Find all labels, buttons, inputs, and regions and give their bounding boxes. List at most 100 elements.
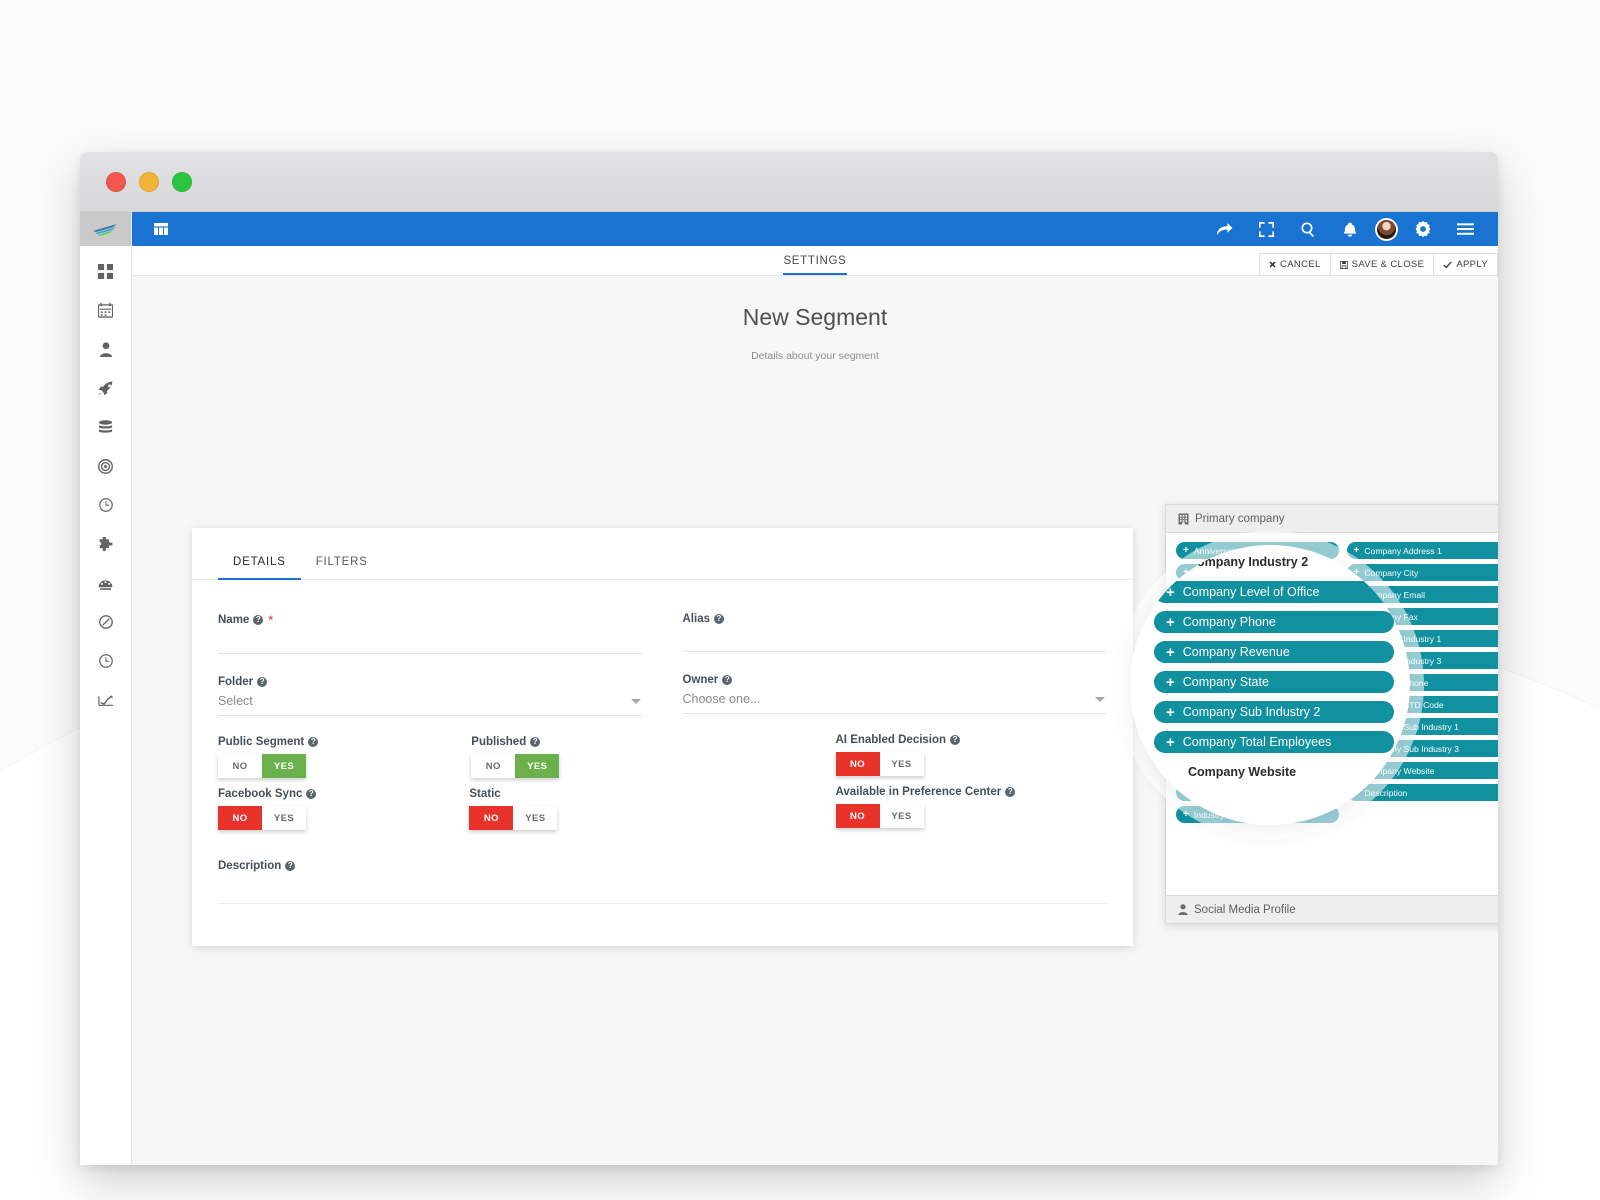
sidebar-item-reports[interactable] [93,689,119,711]
help-icon[interactable]: ? [722,675,733,685]
user-avatar[interactable] [1377,219,1396,239]
chevron-down-icon [1095,697,1105,702]
alias-label-text: Alias [682,613,711,625]
brand-logo[interactable] [80,212,131,246]
magnified-chip[interactable]: + Company Level of Office [1154,581,1394,603]
cancel-button[interactable]: CANCEL [1259,253,1330,276]
settings-button[interactable] [1408,214,1438,244]
apply-button[interactable]: APPLY [1433,253,1498,276]
page-header: New Segment Details about your segment [132,276,1498,362]
help-icon[interactable]: ? [257,677,268,687]
static-no[interactable]: NO [469,806,514,830]
sidebar-item-blocked[interactable] [93,611,119,633]
save-and-close-button[interactable]: SAVE & CLOSE [1329,253,1434,276]
sidebar-item-dashboard[interactable] [93,260,119,282]
share-icon [1216,222,1232,235]
tab-filters[interactable]: FILTERS [301,556,383,580]
window-minimize-button[interactable] [139,171,159,192]
help-icon[interactable]: ? [285,861,296,871]
sidebar-item-segments[interactable] [93,455,119,477]
magnified-chip[interactable]: + Company Sub Industry 2 [1154,701,1394,723]
folder-selected-value: Select [218,694,253,708]
grid-toggle-icon [154,223,168,235]
sidebar-item-history[interactable] [93,494,119,516]
published-no[interactable]: NO [471,754,516,778]
name-input[interactable] [218,627,643,654]
help-icon[interactable]: ? [530,737,541,747]
public-segment-yes[interactable]: YES [262,754,306,778]
share-button[interactable] [1209,214,1239,244]
public-segment-no[interactable]: NO [218,754,262,778]
public-segment-group: Public Segment ? NO YES [218,736,319,778]
sidebar-item-contacts[interactable] [93,338,119,360]
ai-decision-no[interactable]: NO [835,752,880,776]
preference-center-toggle[interactable]: NO YES [835,804,924,828]
magnified-chip[interactable]: + Company State [1154,671,1394,693]
plus-icon: + [1166,583,1175,601]
notifications-button[interactable] [1335,214,1365,244]
published-group: Published ? NO YES [318,736,560,778]
facebook-sync-toggle[interactable]: NO YES [218,806,306,830]
preference-center-no[interactable]: NO [835,804,880,828]
form-column-right: Alias ? Owner ? Choose one... AI Enabled… [682,613,1108,830]
help-icon[interactable]: ? [253,615,264,625]
magnified-chip[interactable]: + Company Phone [1154,611,1394,633]
magnified-chip[interactable]: Company Industry 2 [1154,551,1394,573]
help-icon[interactable]: ? [308,737,319,747]
sidebar-item-data-stack[interactable] [93,416,119,438]
palette-footer[interactable]: Social Media Profile [1166,895,1498,923]
gear-icon [1415,221,1431,237]
alias-input[interactable] [682,625,1107,652]
folder-select[interactable]: Select [218,688,643,716]
public-segment-toggle[interactable]: NO YES [218,754,306,778]
help-icon[interactable]: ? [950,735,961,745]
published-toggle[interactable]: NO YES [471,754,560,778]
sidebar-item-scheduling[interactable] [93,650,119,672]
main-menu-button[interactable] [1450,214,1480,244]
sidebar-item-plugins[interactable] [93,533,119,555]
static-toggle[interactable]: NO YES [469,806,558,830]
ai-decision-yes[interactable]: YES [879,752,924,776]
folder-label-text: Folder [218,676,254,688]
required-marker: * [268,613,273,627]
sidebar-item-performance[interactable] [93,572,119,594]
building-icon [1178,513,1189,524]
sidebar-item-calendar[interactable] [93,299,119,321]
static-label: Static [469,788,557,800]
database-icon [98,419,113,433]
window-close-button[interactable] [106,171,126,192]
plus-icon: + [1166,643,1175,661]
magnified-chip[interactable]: Company Website [1154,761,1394,783]
menu-toggle-button[interactable] [146,214,176,244]
plus-icon: + [1166,733,1175,751]
facebook-sync-yes[interactable]: YES [262,806,306,830]
help-icon[interactable]: ? [714,614,724,624]
hamburger-icon [1456,223,1474,235]
name-label: Name ? * [218,613,643,627]
tab-settings[interactable]: SETTINGS [783,255,847,275]
magnified-chip[interactable]: + Company Revenue [1154,641,1394,663]
preference-center-yes[interactable]: YES [879,804,924,828]
published-yes[interactable]: YES [515,754,560,778]
owner-select[interactable]: Choose one... [682,686,1107,714]
preference-center-group: Available in Preference Center ? NO YES [683,786,1108,828]
form-column-left: Name ? * Folder ? Select Public Segment … [218,613,643,830]
preference-center-label-text: Available in Preference Center [835,786,1002,798]
facebook-sync-no[interactable]: NO [218,806,262,830]
plus-icon: + [1166,613,1175,631]
ai-decision-label-text: AI Enabled Decision [835,734,947,746]
help-icon[interactable]: ? [306,789,317,799]
description-input[interactable] [218,878,1107,904]
public-segment-label-text: Public Segment [218,736,305,748]
help-icon[interactable]: ? [1005,787,1016,797]
fullscreen-button[interactable] [1251,214,1281,244]
search-button[interactable] [1293,214,1323,244]
window-maximize-button[interactable] [172,171,192,192]
sidebar-item-campaigns[interactable] [93,377,119,399]
preference-center-label: Available in Preference Center ? [836,786,1108,798]
magnified-chip[interactable]: + Company Total Employees [1154,731,1394,753]
static-yes[interactable]: YES [513,806,558,830]
calendar-icon [98,302,113,318]
tab-details[interactable]: DETAILS [218,556,301,580]
ai-decision-toggle[interactable]: NO YES [835,752,924,776]
